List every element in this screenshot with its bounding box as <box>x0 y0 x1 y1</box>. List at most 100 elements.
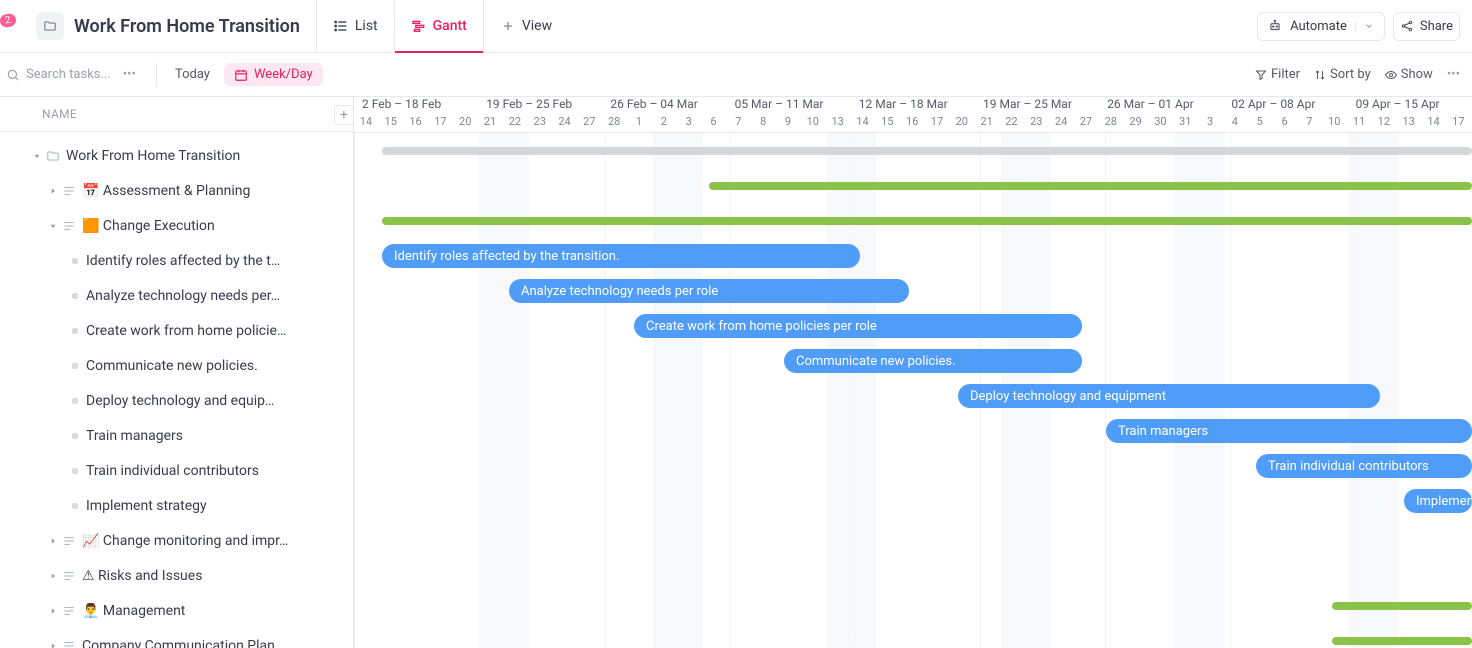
summary-bar[interactable] <box>1332 637 1472 645</box>
day-label: 14 <box>354 115 379 133</box>
task-bar[interactable]: Analyze technology needs per role <box>509 279 909 303</box>
timeline-header: 2 Feb – 18 Feb19 Feb – 25 Feb26 Feb – 04… <box>354 97 1472 133</box>
day-label: 3 <box>677 115 702 133</box>
tree-root[interactable]: Work From Home Transition <box>0 138 353 173</box>
chevron-icon[interactable] <box>48 221 58 231</box>
weekday-button[interactable]: Week/Day <box>224 63 323 86</box>
filter-button[interactable]: Filter <box>1255 67 1300 82</box>
summary-bar[interactable] <box>1332 602 1472 610</box>
tree-task-1-2[interactable]: Create work from home policie… <box>0 313 353 348</box>
notification-badge[interactable]: 2 <box>0 14 24 38</box>
task-bar[interactable]: Identify roles affected by the transitio… <box>382 244 860 268</box>
task-label: Analyze technology needs per… <box>86 288 280 304</box>
tab-gantt[interactable]: Gantt <box>394 0 483 52</box>
task-bar[interactable]: Train managers <box>1106 419 1472 443</box>
chevron-icon[interactable] <box>48 536 58 546</box>
gantt-area[interactable]: 2 Feb – 18 Feb19 Feb – 25 Feb26 Feb – 04… <box>354 97 1472 648</box>
chevron-icon[interactable] <box>48 571 58 581</box>
gantt-row: Identify roles affected by the transitio… <box>354 238 1472 273</box>
task-bar[interactable]: Implement strategy <box>1404 489 1472 513</box>
group-label: ⚠ Risks and Issues <box>82 568 202 584</box>
doc-icon <box>62 184 76 198</box>
folder-icon[interactable] <box>36 12 64 40</box>
day-label: 1 <box>627 115 652 133</box>
gantt-icon <box>411 18 427 34</box>
week-label: 19 Feb – 25 Feb <box>486 97 572 115</box>
day-label: 4 <box>1223 115 1248 133</box>
tree-task-1-3[interactable]: Communicate new policies. <box>0 348 353 383</box>
tree-task-1-5[interactable]: Train managers <box>0 418 353 453</box>
tree-group-4[interactable]: 👨‍💼 Management <box>0 593 353 628</box>
task-label: Train individual contributors <box>86 463 259 479</box>
chevron-icon[interactable] <box>48 606 58 616</box>
group-label: 👨‍💼 Management <box>82 603 185 619</box>
week-label: 19 Mar – 25 Mar <box>983 97 1072 115</box>
doc-icon <box>62 534 76 548</box>
tab-list[interactable]: List <box>317 0 394 52</box>
tree-group-1[interactable]: 🟧 Change Execution <box>0 208 353 243</box>
share-icon <box>1400 19 1414 33</box>
today-button[interactable]: Today <box>167 63 218 86</box>
group-label: 📈 Change monitoring and impr… <box>82 533 288 549</box>
show-label: Show <box>1401 67 1433 82</box>
day-label: 2 <box>652 115 677 133</box>
summary-bar[interactable] <box>709 182 1472 190</box>
show-button[interactable]: Show <box>1385 67 1433 82</box>
tab-add-view[interactable]: View <box>483 0 568 52</box>
more-icon-2[interactable]: ••• <box>1447 67 1460 82</box>
group-label: 🟧 Change Execution <box>82 218 215 234</box>
task-bar[interactable]: Create work from home policies per role <box>634 314 1082 338</box>
day-label: 30 <box>1149 115 1174 133</box>
tree-task-1-6[interactable]: Train individual contributors <box>0 453 353 488</box>
day-label: 7 <box>1297 115 1322 133</box>
tree-group-5[interactable]: Company Communication Plan <box>0 628 353 648</box>
chevron-icon[interactable] <box>48 641 58 648</box>
day-label: 6 <box>1273 115 1298 133</box>
gantt-row: Deploy technology and equipment <box>354 378 1472 413</box>
gantt-row: Implement strategy <box>354 483 1472 518</box>
tree-group-0[interactable]: 📅 Assessment & Planning <box>0 173 353 208</box>
bullet-icon <box>72 503 78 509</box>
page-title: Work From Home Transition <box>74 16 300 37</box>
sort-icon <box>1314 69 1326 81</box>
chevron-icon[interactable] <box>48 186 58 196</box>
task-tree: Work From Home Transition 📅 Assessment & … <box>0 132 353 648</box>
tree-group-2[interactable]: 📈 Change monitoring and impr… <box>0 523 353 558</box>
task-bar[interactable]: Train individual contributors <box>1256 454 1472 478</box>
day-label: 10 <box>1322 115 1347 133</box>
automate-button[interactable]: Automate <box>1257 12 1385 41</box>
tab-list-label: List <box>355 18 378 34</box>
tree-task-1-1[interactable]: Analyze technology needs per… <box>0 278 353 313</box>
share-button[interactable]: Share <box>1393 12 1460 41</box>
gantt-row: Train managers <box>354 413 1472 448</box>
tree-group-3[interactable]: ⚠ Risks and Issues <box>0 558 353 593</box>
folder-outline-icon <box>46 149 60 163</box>
tree-task-1-0[interactable]: Identify roles affected by the t… <box>0 243 353 278</box>
search-icon <box>6 68 20 82</box>
calendar-icon <box>234 68 248 82</box>
task-bar[interactable]: Deploy technology and equipment <box>958 384 1380 408</box>
today-label: Today <box>175 67 210 82</box>
summary-bar[interactable] <box>382 147 1472 155</box>
day-label: 13 <box>826 115 851 133</box>
chevron-down-icon[interactable] <box>1355 21 1374 31</box>
add-column-button[interactable]: + <box>334 105 354 125</box>
week-label: 02 Apr – 08 Apr <box>1231 97 1315 115</box>
name-column-header: NAME + <box>0 97 353 132</box>
search-placeholder: Search tasks... <box>26 67 111 82</box>
task-bar[interactable]: Communicate new policies. <box>784 349 1082 373</box>
gantt-row <box>354 588 1472 623</box>
tree-task-1-4[interactable]: Deploy technology and equip… <box>0 383 353 418</box>
day-label: 3 <box>1198 115 1223 133</box>
tree-root-label: Work From Home Transition <box>66 148 240 164</box>
search-input[interactable]: Search tasks... <box>6 67 111 82</box>
task-label: Train managers <box>86 428 183 444</box>
chevron-down-icon[interactable] <box>32 151 42 161</box>
right-tools: Filter Sort by Show ••• <box>1255 67 1460 82</box>
more-icon[interactable]: ••• <box>123 67 136 82</box>
week-label: 12 Mar – 18 Mar <box>859 97 948 115</box>
tree-task-1-7[interactable]: Implement strategy <box>0 488 353 523</box>
summary-bar[interactable] <box>382 217 1472 225</box>
day-label: 22 <box>503 115 528 133</box>
sortby-button[interactable]: Sort by <box>1314 67 1371 82</box>
